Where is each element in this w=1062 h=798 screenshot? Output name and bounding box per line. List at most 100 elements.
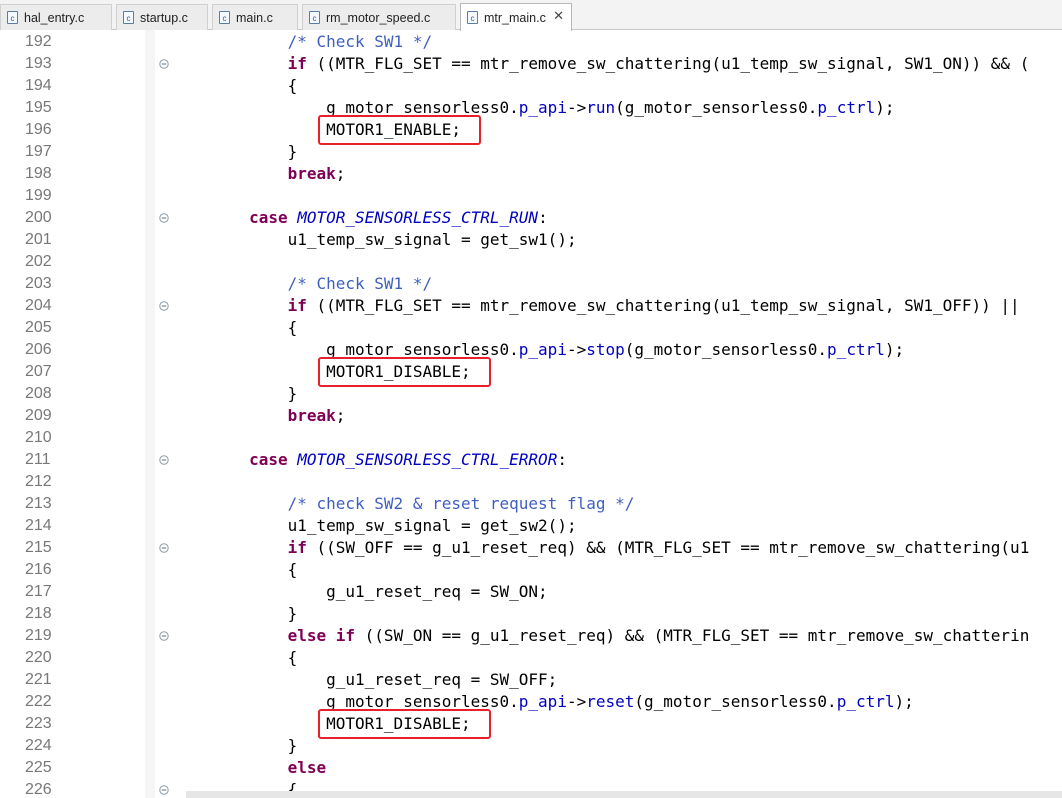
code-token: p_ctrl bbox=[836, 692, 895, 711]
code-line[interactable]: 210 bbox=[0, 427, 1062, 449]
code-line[interactable]: 202 bbox=[0, 251, 1062, 273]
code-token: p_ctrl bbox=[817, 98, 876, 117]
fold-collapse-icon[interactable] bbox=[159, 543, 169, 553]
line-number: 200 bbox=[25, 209, 52, 226]
code-text: { bbox=[172, 647, 298, 669]
code-line[interactable]: 207 MOTOR1_DISABLE; bbox=[0, 361, 1062, 383]
line-number: 199 bbox=[25, 187, 52, 204]
tab-hal-entry-c[interactable]: c hal_entry.c bbox=[0, 4, 112, 30]
code-text: break; bbox=[172, 405, 346, 427]
code-token: break bbox=[287, 164, 336, 183]
code-token: ((SW_OFF == g_u1_reset_req) && (MTR_FLG_… bbox=[306, 538, 1030, 557]
code-token: /* Check SW1 */ bbox=[287, 32, 433, 51]
code-token: if bbox=[287, 296, 307, 315]
code-line[interactable]: 200 case MOTOR_SENSORLESS_CTRL_RUN: bbox=[0, 207, 1062, 229]
line-number: 219 bbox=[25, 627, 52, 644]
code-line[interactable]: 195 g_motor_sensorless0.p_api->run(g_mot… bbox=[0, 97, 1062, 119]
code-line[interactable]: 215 if ((SW_OFF == g_u1_reset_req) && (M… bbox=[0, 537, 1062, 559]
line-number: 203 bbox=[25, 275, 52, 292]
code-line[interactable]: 194 { bbox=[0, 75, 1062, 97]
code-line[interactable]: 196 MOTOR1_ENABLE; bbox=[0, 119, 1062, 141]
line-number: 223 bbox=[25, 715, 52, 732]
code-token: { bbox=[172, 648, 298, 667]
code-text: break; bbox=[172, 163, 346, 185]
code-text: } bbox=[172, 141, 298, 163]
code-line[interactable]: 216 { bbox=[0, 559, 1062, 581]
tab-rm-motor-speed-c[interactable]: c rm_motor_speed.c bbox=[302, 4, 456, 30]
code-line[interactable]: 219 else if ((SW_ON == g_u1_reset_req) &… bbox=[0, 625, 1062, 647]
code-line[interactable]: 204 if ((MTR_FLG_SET == mtr_remove_sw_ch… bbox=[0, 295, 1062, 317]
line-number: 208 bbox=[25, 385, 52, 402]
code-line[interactable]: 201 u1_temp_sw_signal = get_sw1(); bbox=[0, 229, 1062, 251]
code-line[interactable]: 220 { bbox=[0, 647, 1062, 669]
line-number: 193 bbox=[25, 55, 52, 72]
close-tab-icon[interactable]: ✕ bbox=[553, 8, 564, 24]
code-line[interactable]: 199 bbox=[0, 185, 1062, 207]
code-line[interactable]: 205 { bbox=[0, 317, 1062, 339]
line-number: 213 bbox=[25, 495, 52, 512]
code-token: /* Check SW1 */ bbox=[287, 274, 433, 293]
code-line[interactable]: 214 u1_temp_sw_signal = get_sw2(); bbox=[0, 515, 1062, 537]
fold-collapse-icon[interactable] bbox=[159, 59, 169, 69]
code-token: (g_motor_sensorless0. bbox=[624, 340, 828, 359]
code-line[interactable]: 225 else bbox=[0, 757, 1062, 779]
code-line[interactable]: 223 MOTOR1_DISABLE; bbox=[0, 713, 1062, 735]
code-line[interactable]: 211 case MOTOR_SENSORLESS_CTRL_ERROR: bbox=[0, 449, 1062, 471]
code-line[interactable]: 209 break; bbox=[0, 405, 1062, 427]
code-token: g_u1_reset_req = SW_OFF; bbox=[172, 670, 558, 689]
line-number: 221 bbox=[25, 671, 52, 688]
fold-collapse-icon[interactable] bbox=[159, 213, 169, 223]
code-line[interactable]: 217 g_u1_reset_req = SW_ON; bbox=[0, 581, 1062, 603]
code-line[interactable]: 212 bbox=[0, 471, 1062, 493]
code-line[interactable]: 206 g_motor_sensorless0.p_api->stop(g_mo… bbox=[0, 339, 1062, 361]
fold-collapse-icon[interactable] bbox=[159, 785, 169, 795]
code-line[interactable]: 193 if ((MTR_FLG_SET == mtr_remove_sw_ch… bbox=[0, 53, 1062, 75]
code-text: /* check SW2 & reset request flag */ bbox=[172, 493, 635, 515]
code-token: } bbox=[172, 604, 298, 623]
line-number: 194 bbox=[25, 77, 52, 94]
code-editor[interactable]: 192 /* Check SW1 */193 if ((MTR_FLG_SET … bbox=[0, 30, 1062, 798]
code-token: reset bbox=[586, 692, 635, 711]
code-line[interactable]: 197 } bbox=[0, 141, 1062, 163]
code-line[interactable]: 213 /* check SW2 & reset request flag */ bbox=[0, 493, 1062, 515]
code-line[interactable]: 218 } bbox=[0, 603, 1062, 625]
code-token: p_ctrl bbox=[827, 340, 885, 359]
tab-main-c[interactable]: c main.c bbox=[212, 4, 298, 30]
tab-label: startup.c bbox=[140, 10, 188, 25]
fold-collapse-icon[interactable] bbox=[159, 301, 169, 311]
code-token: -> bbox=[566, 692, 587, 711]
tab-mtr-main-c[interactable]: c mtr_main.c ✕ bbox=[460, 3, 572, 31]
code-token: p_api bbox=[518, 692, 567, 711]
fold-collapse-icon[interactable] bbox=[159, 455, 169, 465]
tab-startup-c[interactable]: c startup.c bbox=[116, 4, 208, 30]
code-text: /* Check SW1 */ bbox=[172, 273, 433, 295]
code-line[interactable]: 203 /* Check SW1 */ bbox=[0, 273, 1062, 295]
code-text: u1_temp_sw_signal = get_sw2(); bbox=[172, 515, 577, 537]
line-number: 218 bbox=[25, 605, 52, 622]
line-number: 214 bbox=[25, 517, 52, 534]
code-line[interactable]: 192 /* Check SW1 */ bbox=[0, 31, 1062, 53]
code-text: } bbox=[172, 603, 298, 625]
line-number: 204 bbox=[25, 297, 52, 314]
code-text: g_motor_sensorless0.p_api->reset(g_motor… bbox=[172, 691, 914, 713]
horizontal-scrollbar[interactable] bbox=[186, 791, 1062, 798]
code-line[interactable]: 198 break; bbox=[0, 163, 1062, 185]
code-line[interactable]: 208 } bbox=[0, 383, 1062, 405]
code-text: { bbox=[172, 317, 298, 339]
code-line[interactable]: 221 g_u1_reset_req = SW_OFF; bbox=[0, 669, 1062, 691]
code-token: -> bbox=[566, 98, 587, 117]
line-number: 207 bbox=[25, 363, 52, 380]
code-text: else bbox=[172, 757, 327, 779]
line-number: 217 bbox=[25, 583, 52, 600]
fold-collapse-icon[interactable] bbox=[159, 631, 169, 641]
code-line[interactable]: 224 } bbox=[0, 735, 1062, 757]
code-text: if ((MTR_FLG_SET == mtr_remove_sw_chatte… bbox=[172, 295, 1020, 317]
tab-label: main.c bbox=[236, 10, 273, 25]
code-token: if bbox=[287, 538, 307, 557]
code-line[interactable]: 222 g_motor_sensorless0.p_api->reset(g_m… bbox=[0, 691, 1062, 713]
code-token: ; bbox=[335, 164, 346, 183]
